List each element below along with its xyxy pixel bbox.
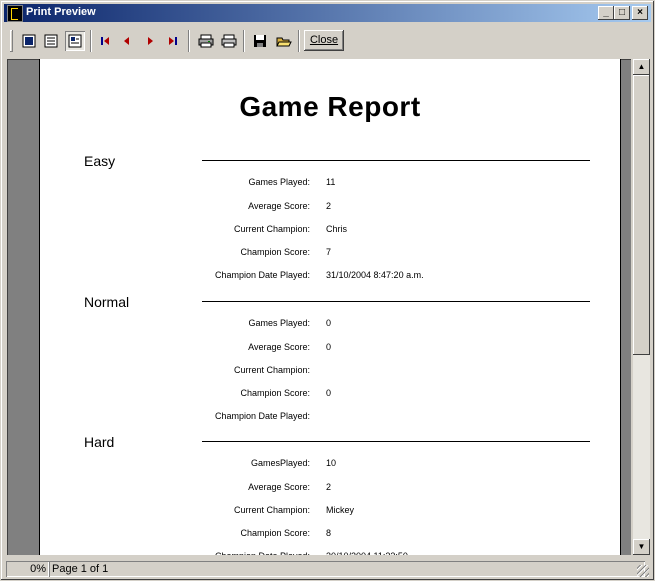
report-page: Game Report Easy Games Played: 11 Average S…	[39, 59, 621, 555]
zoom-view-icon	[68, 34, 82, 48]
open-button[interactable]	[274, 31, 294, 51]
field-value: 2	[326, 201, 332, 211]
section-name: Easy	[84, 153, 116, 169]
save-button[interactable]	[250, 31, 270, 51]
report-title: Game Report	[239, 91, 421, 122]
field-label: Champion Date Played:	[40, 551, 310, 555]
close-window-button[interactable]: ×	[632, 6, 648, 20]
field-label: Current Champion:	[233, 505, 310, 515]
field-value: 0	[326, 388, 332, 398]
scroll-down-button[interactable]: ▼	[633, 539, 650, 555]
section-name: Hard	[84, 434, 115, 450]
first-page-icon	[101, 37, 109, 45]
field-label: Average Score:	[248, 342, 310, 352]
minimize-button[interactable]: _	[598, 6, 614, 20]
section-divider	[202, 441, 590, 442]
status-bar: 0% Page 1 of 1	[4, 559, 651, 578]
field-value: Mickey	[326, 505, 355, 515]
field-label: Games Played:	[248, 318, 310, 328]
close-button-label: Close	[309, 34, 339, 46]
toolbar-separator	[188, 30, 190, 52]
field-label: Average Score:	[248, 201, 310, 211]
section-divider	[202, 301, 590, 302]
print-icon	[221, 34, 237, 48]
page-status: Page 1 of 1	[49, 561, 645, 577]
field-label: Current Champion:	[233, 224, 310, 234]
two-page-view-button[interactable]	[41, 31, 61, 51]
one-page-view-icon	[22, 34, 36, 48]
field-label: Champion Date Played:	[214, 411, 310, 421]
next-page-icon	[148, 37, 153, 45]
title-bar[interactable]: Print Preview _ □ ×	[4, 4, 651, 22]
field-value: 7	[326, 247, 332, 257]
app-icon	[7, 5, 23, 22]
field-label: Games Played:	[248, 177, 310, 187]
window-title: Print Preview	[26, 6, 96, 18]
toolbar-grip[interactable]	[10, 30, 13, 52]
field-label: Champion Score:	[240, 247, 310, 257]
field-value: 30/10/2004 11:23:50	[326, 551, 408, 555]
print-setup-icon	[198, 34, 214, 48]
previous-page-button[interactable]	[117, 31, 137, 51]
previous-page-icon	[124, 37, 129, 45]
toolbar-separator	[243, 30, 245, 52]
two-page-view-icon	[44, 34, 58, 48]
zoom-status: 0%	[6, 561, 49, 577]
field-value: 0	[326, 318, 332, 328]
section-divider	[202, 160, 590, 161]
print-setup-button[interactable]	[196, 31, 216, 51]
zoom-view-button[interactable]	[65, 31, 85, 51]
first-page-button[interactable]	[95, 31, 115, 51]
print-button[interactable]	[219, 31, 239, 51]
field-label: Champion Score:	[240, 528, 310, 538]
field-value: 11	[326, 177, 336, 187]
field-label: Current Champion:	[233, 365, 310, 375]
field-label: Champion Score:	[240, 388, 310, 398]
toolbar-separator	[298, 30, 300, 52]
save-icon	[254, 35, 266, 47]
close-button[interactable]: Close	[304, 30, 344, 51]
maximize-button[interactable]: □	[614, 6, 630, 20]
one-page-view-button[interactable]	[19, 31, 39, 51]
vertical-scrollbar[interactable]: ▲ ▼	[633, 59, 650, 555]
field-value: 8	[326, 528, 332, 538]
field-label: Champion Date Played:	[214, 270, 310, 280]
preview-area[interactable]: Game Report Easy Games Played: 11 Average S…	[7, 59, 631, 555]
scroll-thumb[interactable]	[633, 75, 650, 355]
resize-grip[interactable]	[637, 565, 649, 577]
field-label: Average Score:	[248, 482, 310, 492]
section-name: Normal	[84, 294, 130, 310]
field-value: 31/10/2004 8:47:20 a.m.	[326, 270, 424, 280]
scroll-up-button[interactable]: ▲	[633, 59, 650, 75]
toolbar-separator	[90, 30, 92, 52]
print-preview-window: Print Preview _ □ × Close Game Report Ea…	[0, 0, 655, 581]
field-value: Chris	[326, 224, 348, 234]
field-label: GamesPlayed:	[250, 458, 310, 468]
field-value: 2	[326, 482, 332, 492]
next-page-button[interactable]	[140, 31, 160, 51]
field-value: 10	[326, 458, 337, 468]
last-page-icon	[169, 37, 177, 45]
open-icon	[276, 37, 292, 47]
last-page-button[interactable]	[163, 31, 183, 51]
field-value: 0	[326, 342, 332, 352]
toolbar: Close	[4, 26, 651, 56]
